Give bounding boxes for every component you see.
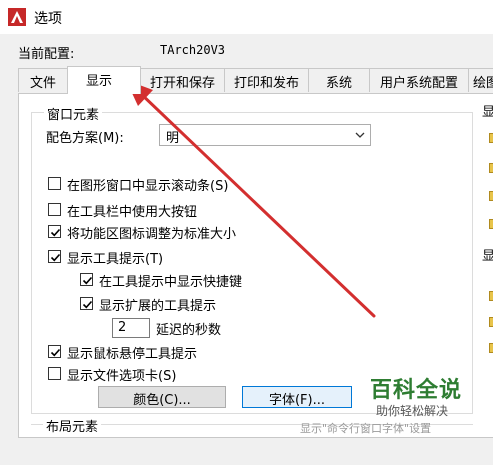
folder-icon — [489, 291, 493, 301]
checkbox-box[interactable] — [48, 345, 61, 358]
display-resolution-title: 显 — [482, 105, 493, 120]
checkbox-box[interactable] — [48, 225, 61, 238]
color-scheme-select[interactable]: 明 — [159, 124, 371, 146]
tab-open-save-label: 打开和保存 — [149, 76, 215, 91]
folder-icon — [489, 317, 493, 327]
checkbox-label: 显示文件选项卡(S) — [67, 369, 177, 384]
checkbox-label: 在工具栏中使用大按钮 — [67, 205, 198, 220]
tab-open-save[interactable]: 打开和保存 — [140, 68, 225, 92]
checkbox-label: 在图形窗口中显示滚动条(S) — [67, 179, 229, 194]
checkbox-box[interactable] — [48, 203, 61, 216]
tab-user-preferences[interactable]: 用户系统配置 — [369, 68, 469, 92]
checkbox-label: 显示鼠标悬停工具提示 — [67, 347, 198, 362]
checkbox-box[interactable] — [80, 273, 93, 286]
tab-files-label: 文件 — [29, 76, 56, 91]
tab-display-label: 显示 — [86, 74, 113, 89]
checkbox-label: 将功能区图标调整为标准大小 — [67, 227, 237, 242]
folder-icon — [489, 163, 493, 173]
fonts-button[interactable]: 字体(F)... — [242, 386, 352, 408]
checkmark-icon — [50, 348, 61, 357]
checkbox-box[interactable] — [48, 367, 61, 380]
window-elements-title: 窗口元素 — [44, 104, 103, 123]
checkbox-box[interactable] — [80, 297, 93, 310]
colors-button[interactable]: 颜色(C)... — [98, 386, 226, 408]
tooltip-delay-value: 2 — [118, 320, 127, 335]
tab-drafting-label: 绘图 — [473, 76, 493, 91]
watermark-sub-text: 助你轻松解决 — [376, 404, 449, 418]
watermark-main-text: 百科全说 — [370, 378, 463, 403]
checkbox-box[interactable] — [48, 177, 61, 190]
current-profile-value: TArch20V3 — [160, 43, 226, 57]
checkbox-label: 显示工具提示(T) — [67, 252, 164, 267]
tab-system-label: 系统 — [325, 76, 352, 91]
tab-plot-publish-label: 打印和发布 — [233, 76, 299, 91]
window-title: 选项 — [34, 11, 62, 27]
options-tab-bar: 文件 显示 打开和保存 打印和发布 系统 用户系统配置 绘图 — [18, 66, 493, 94]
checkmark-icon — [50, 228, 61, 237]
checkmark-icon — [82, 276, 93, 285]
folder-icon — [489, 191, 493, 201]
autocad-app-icon — [8, 8, 26, 26]
watermark: 百科全说 助你轻松解决 — [368, 372, 493, 427]
color-scheme-value: 明 — [166, 131, 180, 146]
chevron-down-icon — [355, 132, 365, 138]
tooltip-delay-label: 延迟的秒数 — [156, 323, 222, 338]
layout-elements-title: 布局元素 — [43, 416, 102, 435]
tab-drafting[interactable]: 绘图 — [468, 68, 493, 92]
checkbox-box[interactable] — [48, 250, 61, 263]
checkmark-icon — [50, 253, 61, 262]
checkbox-label: 显示扩展的工具提示 — [99, 299, 217, 314]
tab-plot-publish[interactable]: 打印和发布 — [224, 68, 309, 92]
title-bar: 选项 — [0, 0, 493, 34]
tab-user-preferences-label: 用户系统配置 — [379, 76, 458, 91]
checkbox-label: 在工具提示中显示快捷键 — [99, 275, 243, 290]
tab-system[interactable]: 系统 — [308, 68, 370, 92]
folder-icon — [489, 219, 493, 229]
checkmark-icon — [82, 300, 93, 309]
tab-display[interactable]: 显示 — [67, 66, 141, 94]
tooltip-delay-input[interactable]: 2 — [112, 318, 150, 338]
color-scheme-label: 配色方案(M): — [46, 131, 124, 146]
folder-icon — [489, 343, 493, 353]
current-profile-label: 当前配置: — [18, 47, 75, 62]
tab-files[interactable]: 文件 — [18, 68, 68, 92]
folder-icon — [489, 133, 493, 143]
display-performance-title: 显 — [482, 249, 493, 264]
